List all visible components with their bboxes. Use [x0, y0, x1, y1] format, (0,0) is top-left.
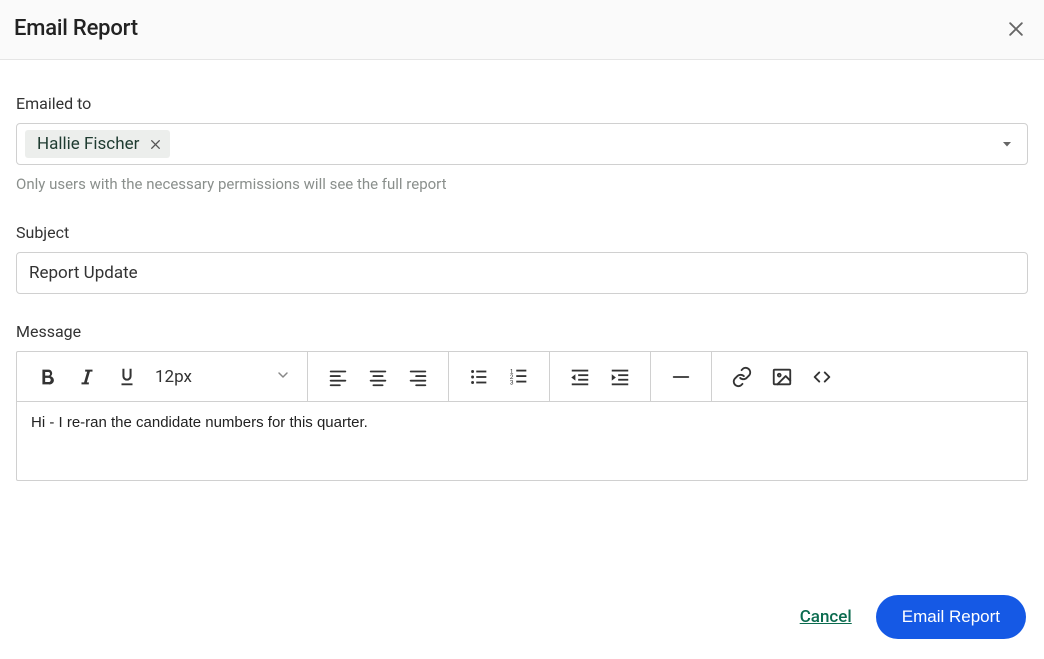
align-right-icon[interactable] [398, 357, 438, 397]
code-icon[interactable] [802, 357, 842, 397]
align-center-icon[interactable] [358, 357, 398, 397]
email-report-button[interactable]: Email Report [876, 595, 1026, 639]
emailed-to-label: Emailed to [16, 94, 1028, 113]
cancel-button[interactable]: Cancel [800, 607, 852, 627]
toolbar-group-indent [550, 352, 651, 401]
svg-text:3: 3 [510, 379, 514, 386]
chevron-down-icon [275, 367, 291, 387]
emailed-to-section: Emailed to Hallie Fischer Only users wit… [16, 94, 1028, 193]
rich-text-editor: 12px [16, 351, 1028, 481]
subject-input[interactable] [16, 252, 1028, 294]
link-icon[interactable] [722, 357, 762, 397]
remove-recipient-icon[interactable] [149, 138, 162, 151]
horizontal-rule-icon[interactable] [661, 357, 701, 397]
close-icon[interactable] [1006, 19, 1026, 39]
underline-icon[interactable] [107, 357, 147, 397]
dialog-content: Emailed to Hallie Fischer Only users wit… [0, 60, 1044, 579]
dialog-title: Email Report [14, 16, 138, 41]
dialog-header: Email Report [0, 0, 1044, 60]
subject-section: Subject [16, 223, 1028, 294]
toolbar-group-hr [651, 352, 712, 401]
recipient-name: Hallie Fischer [37, 134, 139, 154]
bullet-list-icon[interactable] [459, 357, 499, 397]
subject-label: Subject [16, 223, 1028, 242]
font-size-select[interactable]: 12px [147, 367, 297, 387]
font-size-value: 12px [155, 367, 192, 387]
dialog-footer: Cancel Email Report [0, 579, 1044, 659]
numbered-list-icon[interactable]: 123 [499, 357, 539, 397]
indent-icon[interactable] [600, 357, 640, 397]
emailed-to-helper: Only users with the necessary permission… [16, 175, 1028, 193]
message-body[interactable]: Hi - I re-ran the candidate numbers for … [17, 402, 1027, 480]
editor-toolbar: 12px [17, 352, 1027, 402]
bold-icon[interactable] [27, 357, 67, 397]
image-icon[interactable] [762, 357, 802, 397]
toolbar-group-list: 123 [449, 352, 550, 401]
message-label: Message [16, 322, 1028, 341]
italic-icon[interactable] [67, 357, 107, 397]
toolbar-group-text: 12px [17, 352, 308, 401]
message-section: Message 12px [16, 322, 1028, 481]
toolbar-group-insert [712, 352, 852, 401]
emailed-to-input[interactable]: Hallie Fischer [16, 123, 1028, 165]
toolbar-group-align [308, 352, 449, 401]
recipient-dropdown-icon[interactable] [1001, 138, 1019, 150]
recipient-chip: Hallie Fischer [25, 130, 170, 158]
outdent-icon[interactable] [560, 357, 600, 397]
align-left-icon[interactable] [318, 357, 358, 397]
